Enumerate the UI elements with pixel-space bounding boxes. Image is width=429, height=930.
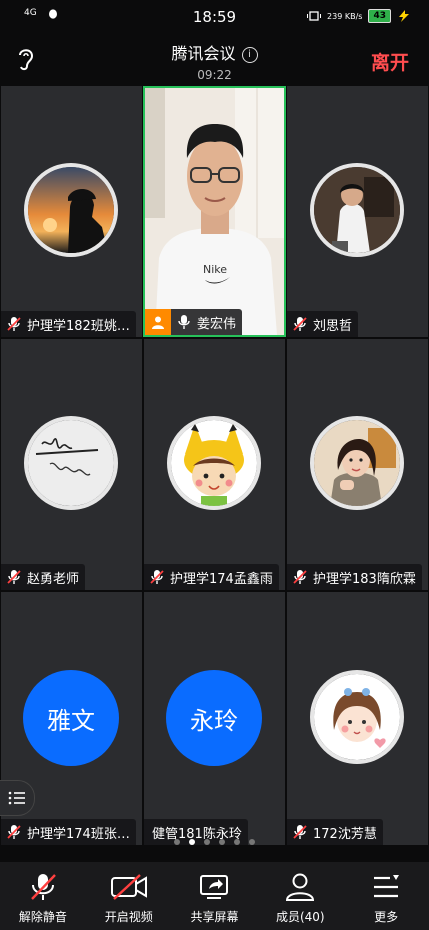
mic-muted-icon	[23, 872, 63, 902]
mic-muted-icon	[287, 311, 313, 337]
share-screen-button[interactable]: 共享屏幕	[172, 862, 258, 930]
more-button[interactable]: 更多	[343, 862, 429, 930]
share-screen-icon	[194, 872, 234, 902]
start-video-button[interactable]: 开启视频	[86, 862, 172, 930]
unmute-label: 解除静音	[18, 910, 67, 924]
page-dot[interactable]	[219, 839, 225, 845]
share-screen-label: 共享屏幕	[190, 910, 239, 924]
participant-name: 护理学183隋欣霖	[313, 571, 416, 587]
more-label: 更多	[374, 910, 399, 924]
vibrate-icon	[307, 11, 322, 21]
name-bar: 护理学182班姚…	[1, 311, 136, 337]
status-bar: 4G 18:59 239 KB/s 43	[0, 0, 429, 34]
charging-icon	[399, 10, 409, 22]
participant-tile[interactable]: 172沈芳慧	[287, 592, 428, 845]
page-indicator[interactable]	[0, 839, 429, 847]
meeting-title[interactable]: 腾讯会议	[171, 40, 235, 64]
participant-name: 护理学182班姚…	[27, 318, 130, 334]
members-label: 成员(40)	[275, 910, 325, 924]
participant-tile[interactable]: 赵勇老师	[1, 339, 142, 590]
avatar-initials: 雅文	[23, 670, 119, 766]
page-dot[interactable]	[174, 839, 180, 845]
network-speed: 239 KB/s	[327, 11, 363, 21]
name-bar: 赵勇老师	[1, 564, 86, 590]
floating-list-button[interactable]	[0, 780, 35, 816]
more-menu-icon	[366, 872, 406, 902]
participant-name: 姜宏伟	[197, 316, 237, 332]
page-dot[interactable]	[249, 839, 255, 845]
participant-name: 刘思哲	[313, 318, 353, 334]
status-right: 239 KB/s 43	[307, 9, 411, 23]
page-dot-current[interactable]	[189, 839, 195, 845]
leave-button[interactable]: 离开	[371, 48, 409, 75]
mic-muted-icon	[144, 564, 170, 590]
mic-icon	[171, 309, 197, 335]
name-bar: 姜宏伟	[145, 309, 243, 335]
start-video-label: 开启视频	[104, 910, 153, 924]
info-icon[interactable]: i	[241, 47, 258, 63]
mic-muted-icon	[287, 564, 313, 590]
avatar-initials: 永玲	[166, 670, 262, 766]
name-bar: 刘思哲	[287, 311, 359, 337]
name-bar: 护理学183隋欣霖	[287, 564, 422, 590]
members-button[interactable]: 成员(40)	[257, 862, 343, 930]
camera-off-icon	[109, 872, 149, 902]
members-icon	[280, 872, 320, 902]
video-feed: Nike	[145, 88, 284, 335]
avatar	[310, 670, 404, 764]
host-icon	[145, 309, 171, 335]
participant-tile[interactable]: 护理学174孟鑫雨	[144, 339, 285, 590]
battery-level: 43	[368, 9, 391, 23]
avatar	[24, 416, 118, 510]
meeting-header: 腾讯会议 i 09:22 离开	[0, 34, 429, 86]
participant-name: 护理学174孟鑫雨	[170, 571, 273, 587]
page-dot[interactable]	[234, 839, 240, 845]
participant-tile-active-speaker[interactable]: Nike 姜宏伟	[143, 86, 286, 337]
avatar	[24, 163, 118, 257]
page-dot[interactable]	[204, 839, 210, 845]
participant-tile[interactable]: 护理学182班姚…	[1, 86, 142, 337]
avatar	[310, 163, 404, 257]
name-bar: 护理学174孟鑫雨	[144, 564, 279, 590]
participant-name: 赵勇老师	[27, 571, 80, 587]
participant-tile[interactable]: 护理学183隋欣霖	[287, 339, 428, 590]
mic-muted-icon	[1, 311, 27, 337]
title-area: 腾讯会议 i 09:22	[0, 40, 429, 82]
svg-text:Nike: Nike	[203, 263, 227, 276]
avatar	[310, 416, 404, 510]
participant-tile[interactable]: 刘思哲	[287, 86, 428, 337]
participant-tile[interactable]: 永玲 健管181陈永玲	[144, 592, 285, 845]
mic-muted-icon	[1, 564, 27, 590]
bottom-toolbar: 解除静音 开启视频 共享屏幕 成员(40) 更多	[0, 862, 429, 930]
list-icon	[8, 791, 25, 805]
avatar	[167, 416, 261, 510]
meeting-timer: 09:22	[197, 68, 232, 82]
unmute-button[interactable]: 解除静音	[0, 862, 86, 930]
